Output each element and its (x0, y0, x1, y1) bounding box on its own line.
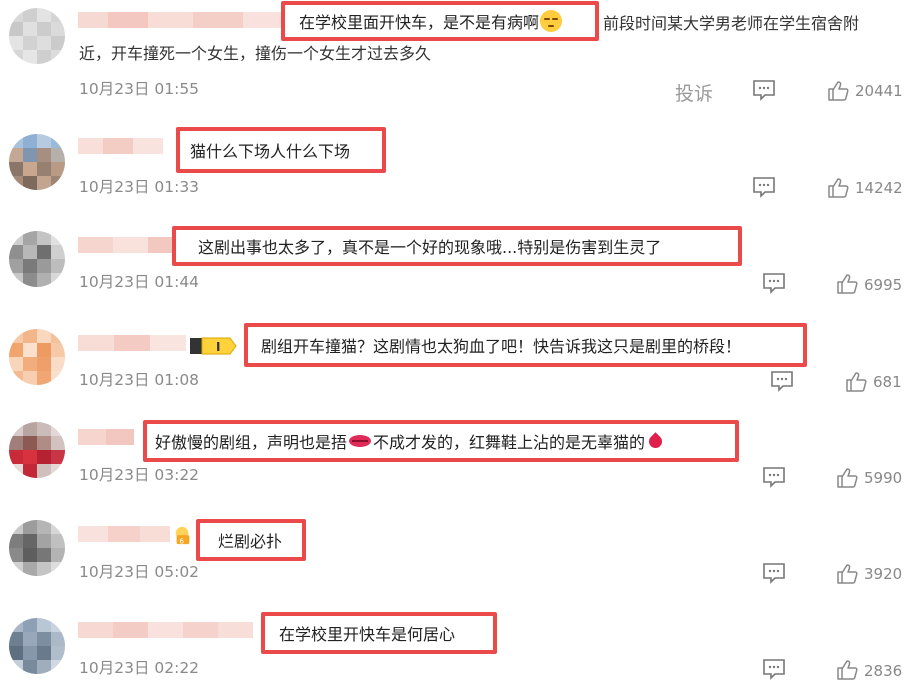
username-blurred[interactable] (78, 138, 163, 154)
avatar[interactable] (9, 329, 65, 385)
like-count: 2836 (864, 662, 903, 680)
username-blurred[interactable] (78, 237, 178, 253)
comment-text: 剧组开车撞猫？这剧情也太狗血了吧！快告诉我这只是剧里的桥段！ (261, 337, 742, 356)
like-count: 681 (873, 373, 902, 391)
comment-icon[interactable] (752, 176, 776, 198)
like-icon[interactable] (836, 563, 858, 585)
avatar[interactable] (9, 134, 65, 190)
comment-icon[interactable] (762, 272, 786, 294)
comment-time: 10月23日 02:22 (79, 659, 200, 677)
comment-text-line2: 近，开车撞死一个女生，撞伤一个女生才过去多久 (79, 44, 432, 63)
like-icon[interactable] (836, 273, 858, 295)
highlighted-comment-text: 好傲慢的剧组，声明也是捂 不成才发的，红舞鞋上沾的是无辜猫的 (143, 420, 739, 462)
comment-time: 10月23日 01:08 (79, 371, 200, 389)
comment-text: 这剧出事也太多了，真不是一个好的现象哦...特别是伤害到生灵了 (198, 238, 662, 257)
highlighted-comment-text: 剧组开车撞猫？这剧情也太狗血了吧！快告诉我这只是剧里的桥段！ (244, 323, 807, 367)
highlighted-comment-text: 烂剧必扑 (196, 519, 306, 561)
username-blurred[interactable] (78, 12, 283, 28)
comment-text: 在学校里面开快车，是不是有病啊 (299, 13, 540, 32)
highlighted-comment-text: 这剧出事也太多了，真不是一个好的现象哦...特别是伤害到生灵了 (172, 226, 742, 266)
lips-emoji-icon (349, 435, 372, 447)
like-count: 20441 (855, 82, 903, 100)
avatar[interactable] (9, 231, 65, 287)
comment-text: 好傲慢的剧组，声明也是捂 (155, 433, 348, 452)
highlighted-comment-text: 在学校里开快车是何居心 (261, 612, 497, 654)
username-blurred[interactable] (78, 429, 134, 445)
member-badge-icon: 6 (175, 526, 190, 545)
like-icon[interactable] (836, 659, 858, 681)
like-count: 5990 (864, 469, 903, 487)
comment-icon[interactable] (762, 466, 786, 488)
level-badge-icon: I (190, 337, 237, 355)
username-blurred[interactable] (78, 526, 170, 542)
comment-icon[interactable] (752, 79, 776, 101)
avatar[interactable] (9, 8, 65, 64)
avatar[interactable] (9, 618, 65, 674)
comment-icon[interactable] (762, 562, 786, 584)
like-count: 14242 (855, 179, 903, 197)
comment-text-cont: 不成才发的，红舞鞋上沾的是无辜猫的 (373, 433, 646, 452)
comment-text: 在学校里开快车是何居心 (279, 625, 456, 644)
avatar[interactable] (9, 422, 65, 478)
highlighted-comment-text: 猫什么下场人什么下场 (176, 127, 386, 173)
comment-time: 10月23日 05:02 (79, 563, 200, 581)
avatar[interactable] (9, 520, 65, 576)
comment-time: 10月23日 01:44 (79, 273, 200, 291)
comment-text: 猫什么下场人什么下场 (190, 142, 351, 161)
comment-time: 10月23日 01:33 (79, 178, 200, 196)
comment-text: 烂剧必扑 (218, 532, 283, 551)
smirk-face-icon (540, 10, 563, 32)
comment-icon[interactable] (770, 370, 794, 392)
comment-time: 10月23日 01:55 (79, 80, 200, 98)
svg-text:I: I (216, 340, 220, 354)
blood-drop-emoji-icon (646, 431, 665, 451)
username-blurred[interactable] (78, 622, 253, 638)
highlighted-comment-text: 在学校里面开快车，是不是有病啊 (281, 1, 599, 41)
like-icon[interactable] (845, 371, 867, 393)
like-count: 6995 (864, 276, 903, 294)
comment-icon[interactable] (762, 658, 786, 680)
like-icon[interactable] (827, 177, 849, 199)
like-icon[interactable] (827, 80, 849, 102)
svg-text:6: 6 (179, 536, 184, 545)
comment-time: 10月23日 03:22 (79, 466, 200, 484)
like-icon[interactable] (836, 467, 858, 489)
comment-text-rest: 前段时间某大学男老师在学生宿舍附 (603, 14, 860, 33)
like-count: 3920 (864, 565, 903, 583)
report-button[interactable]: 投诉 (675, 79, 713, 106)
username-blurred[interactable] (78, 335, 186, 351)
